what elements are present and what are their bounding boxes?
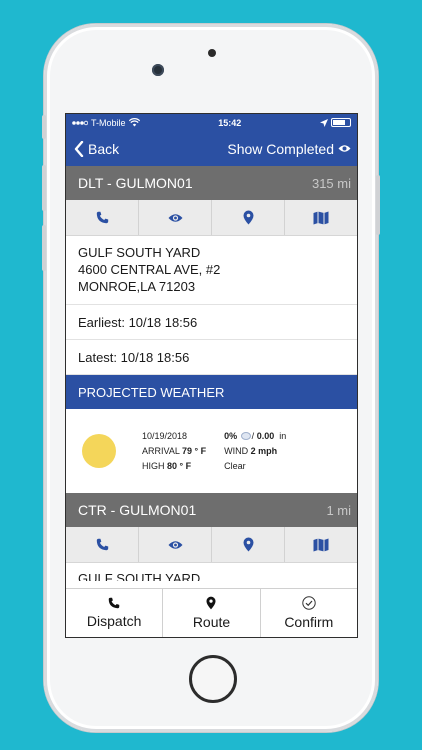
wind: WIND 2 mph [224, 445, 278, 456]
show-completed-label: Show Completed [227, 140, 334, 157]
map-icon [313, 211, 329, 224]
status-bar: T-Mobile 15:42 [66, 114, 357, 131]
phone-volume-down [42, 225, 46, 271]
phone-volume-up [42, 165, 46, 211]
view-button[interactable] [139, 200, 212, 235]
status-time: 15:42 [218, 117, 242, 128]
weather-condition: Clear [224, 460, 246, 471]
stop-title: DLT - GULMON01 [78, 175, 193, 191]
eye-icon [168, 213, 182, 222]
weather-panel: 10/19/2018 ARRIVAL 79 ° F HIGH 80 ° F 0%… [66, 409, 357, 493]
stop-actions-2 [66, 527, 357, 563]
map-pin-icon [243, 537, 253, 552]
tab-label: Route [192, 614, 231, 630]
rain-drop-icon [240, 432, 251, 441]
call-button[interactable] [66, 527, 139, 562]
map-pin-icon [206, 596, 217, 610]
battery-icon [330, 118, 351, 127]
call-button[interactable] [66, 200, 139, 235]
address-line-1: GULF SOUTH YARD [78, 245, 201, 260]
home-button[interactable] [189, 655, 237, 703]
signal-icon [72, 120, 88, 125]
stop-distance: 1 mi [326, 502, 351, 518]
stop-title: CTR - GULMON01 [78, 502, 197, 518]
tab-confirm[interactable]: Confirm [261, 589, 357, 637]
phone-power-button [376, 175, 380, 235]
weather-conditions: 0% / 0.00 in WIND 2 mph Clear [224, 429, 286, 474]
map-button[interactable] [285, 200, 357, 235]
nav-bar: Back Show Completed [66, 131, 357, 166]
eye-icon [168, 540, 182, 549]
check-circle-icon [302, 596, 316, 610]
sun-icon [82, 434, 116, 468]
location-arrow-icon [319, 118, 328, 127]
back-button[interactable]: Back [74, 140, 120, 157]
view-button[interactable] [139, 527, 212, 562]
weather-header: PROJECTED WEATHER [66, 375, 357, 409]
wifi-icon [128, 118, 140, 127]
chevron-left-icon [74, 140, 84, 157]
stop-actions-1 [66, 200, 357, 236]
arrival-temp: ARRIVAL 79 ° F [142, 445, 207, 456]
app-screen: T-Mobile 15:42 Back Show Completed DLT -… [65, 113, 358, 638]
location-button[interactable] [212, 527, 285, 562]
phone-mute-switch [42, 115, 46, 139]
back-label: Back [88, 140, 120, 157]
tab-label: Confirm [284, 614, 334, 630]
stop-header-2[interactable]: CTR - GULMON01 1 mi [66, 493, 357, 527]
phone-camera [152, 64, 164, 76]
latest-time: Latest: 10/18 18:56 [66, 340, 357, 375]
phone-icon [96, 538, 108, 551]
precipitation: 0% / 0.00 in [224, 430, 287, 441]
phone-speaker [208, 49, 216, 57]
stop-header-1[interactable]: DLT - GULMON01 315 mi [66, 166, 357, 200]
earliest-time: Earliest: 10/18 18:56 [66, 305, 357, 340]
carrier-name: T-Mobile [91, 117, 126, 128]
address-line-2: 4600 CENTRAL AVE, #2 [78, 262, 221, 277]
phone-icon [108, 597, 120, 609]
phone-icon [96, 211, 108, 224]
stop-address: GULF SOUTH YARD 4600 CENTRAL AVE, #2 MON… [66, 236, 357, 305]
tab-bar: Dispatch Route Confirm [66, 588, 357, 637]
eye-icon [338, 145, 351, 152]
address-line-3: MONROE,LA 71203 [78, 279, 196, 294]
high-temp: HIGH 80 ° F [142, 460, 192, 471]
map-pin-icon [243, 210, 253, 225]
weather-date: 10/19/2018 [142, 430, 188, 441]
tab-label: Dispatch [86, 613, 142, 629]
weather-temps: 10/19/2018 ARRIVAL 79 ° F HIGH 80 ° F [142, 429, 206, 474]
map-icon [313, 538, 329, 551]
tab-dispatch[interactable]: Dispatch [66, 589, 164, 637]
show-completed-button[interactable]: Show Completed [227, 141, 351, 157]
map-button[interactable] [285, 527, 357, 562]
stop-distance: 315 mi [311, 175, 351, 191]
stop-address-partial: GULF SOUTH YARD [78, 571, 201, 581]
tab-route[interactable]: Route [163, 589, 261, 637]
location-button[interactable] [212, 200, 285, 235]
